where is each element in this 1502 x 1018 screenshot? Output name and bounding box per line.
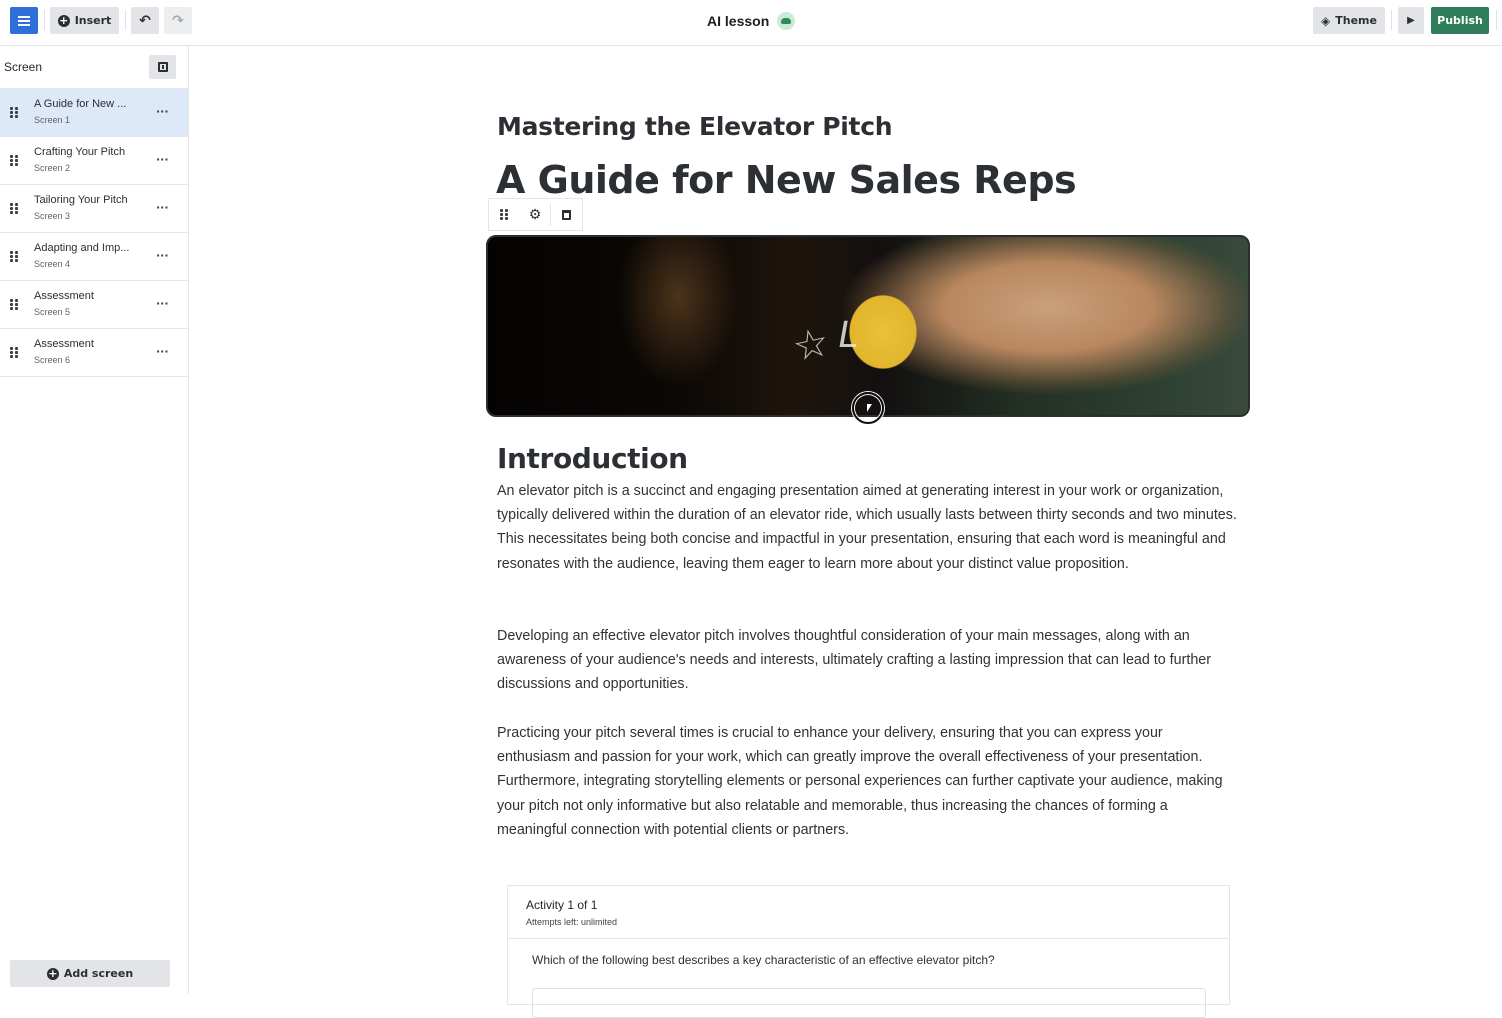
paragraph[interactable]: Developing an effective elevator pitch i… bbox=[497, 624, 1237, 697]
hero-image[interactable]: ☆ L bbox=[486, 235, 1250, 417]
paragraph[interactable]: Practicing your pitch several times is c… bbox=[497, 721, 1237, 842]
gear-icon: ⚙ bbox=[528, 206, 542, 223]
sidebar-item-screen-4[interactable]: Adapting and Imp... Screen 4 ··· bbox=[0, 233, 188, 281]
drag-handle-icon[interactable] bbox=[10, 299, 18, 310]
document-title[interactable]: AI lesson bbox=[707, 12, 796, 30]
redo-button[interactable]: ↷ bbox=[164, 7, 192, 34]
screens-sidebar: Screen A Guide for New ... Screen 1 ··· Cra… bbox=[0, 46, 189, 994]
theme-label: Theme bbox=[1335, 14, 1377, 27]
redo-icon: ↷ bbox=[172, 12, 184, 29]
toolbar-divider bbox=[125, 10, 126, 30]
undo-button[interactable]: ↶ bbox=[131, 7, 159, 34]
trash-icon bbox=[562, 209, 572, 220]
insert-button[interactable]: + Insert bbox=[50, 7, 119, 34]
elevator-star-glyph: ☆ bbox=[788, 318, 834, 372]
sidebar-item-screen-3[interactable]: Tailoring Your Pitch Screen 3 ··· bbox=[0, 185, 188, 233]
publish-label: Publish bbox=[1437, 14, 1483, 27]
screen-number: Screen 6 bbox=[34, 355, 71, 365]
drag-handle-icon[interactable] bbox=[10, 107, 18, 118]
screen-number: Screen 1 bbox=[34, 115, 71, 125]
sidebar-toggle-icon bbox=[157, 62, 168, 72]
activity-header: Activity 1 of 1 Attempts left: unlimited bbox=[508, 886, 1229, 939]
paint-bucket-icon: ◈ bbox=[1321, 13, 1331, 28]
section-heading[interactable]: Introduction bbox=[497, 442, 688, 475]
screen-name: A Guide for New ... bbox=[34, 98, 127, 110]
sidebar-item-screen-6[interactable]: Assessment Screen 6 ··· bbox=[0, 329, 188, 377]
cloud-check-icon bbox=[777, 12, 796, 30]
collapse-sidebar-button[interactable] bbox=[149, 55, 176, 79]
screen-number: Screen 3 bbox=[34, 211, 71, 221]
screen-number: Screen 4 bbox=[34, 259, 71, 269]
more-options-icon[interactable]: ··· bbox=[156, 106, 169, 117]
undo-icon: ↶ bbox=[139, 12, 151, 29]
screen-number: Screen 2 bbox=[34, 163, 71, 173]
sidebar-header: Screen bbox=[0, 46, 188, 89]
toolbar-divider bbox=[1496, 10, 1497, 30]
screen-name: Tailoring Your Pitch bbox=[34, 194, 128, 206]
play-icon: ▶ bbox=[1407, 15, 1415, 26]
more-options-icon[interactable]: ··· bbox=[156, 202, 169, 213]
more-options-icon[interactable]: ··· bbox=[156, 250, 169, 261]
menu-button[interactable] bbox=[10, 7, 38, 34]
top-toolbar: + Insert ↶ ↷ AI lesson ◈ Theme ▶ Publish bbox=[0, 0, 1502, 46]
screen-name: Assessment bbox=[34, 290, 94, 302]
plus-circle-icon: + bbox=[57, 13, 70, 27]
drag-handle-icon[interactable] bbox=[10, 203, 18, 214]
theme-button[interactable]: ◈ Theme bbox=[1313, 7, 1385, 34]
lesson-canvas: Mastering the Elevator Pitch A Guide for… bbox=[189, 46, 1502, 1018]
drag-handle-icon[interactable] bbox=[10, 347, 18, 358]
paragraph[interactable]: An elevator pitch is a succinct and enga… bbox=[497, 479, 1237, 576]
add-screen-label: Add screen bbox=[63, 967, 134, 980]
toolbar-divider bbox=[1391, 10, 1392, 30]
sidebar-title: Screen bbox=[4, 60, 43, 74]
block-settings-button[interactable]: ⚙ bbox=[520, 199, 551, 230]
drag-handle-icon[interactable] bbox=[10, 251, 18, 262]
more-options-icon[interactable]: ··· bbox=[156, 298, 169, 309]
hamburger-icon bbox=[18, 15, 30, 26]
sidebar-item-screen-5[interactable]: Assessment Screen 5 ··· bbox=[0, 281, 188, 329]
insert-label: Insert bbox=[74, 14, 112, 27]
answer-option[interactable] bbox=[532, 988, 1206, 1018]
activity-title: Activity 1 of 1 bbox=[526, 898, 598, 912]
lesson-subtitle[interactable]: Mastering the Elevator Pitch bbox=[497, 112, 893, 141]
drag-handle[interactable] bbox=[489, 199, 520, 230]
lesson-title[interactable]: A Guide for New Sales Reps bbox=[496, 158, 1077, 202]
attempts-left: Attempts left: unlimited bbox=[526, 917, 618, 927]
screen-number: Screen 5 bbox=[34, 307, 71, 317]
publish-button[interactable]: Publish bbox=[1431, 7, 1489, 34]
screen-name: Adapting and Imp... bbox=[34, 242, 130, 254]
screen-name: Assessment bbox=[34, 338, 94, 350]
more-options-icon[interactable]: ··· bbox=[156, 154, 169, 165]
document-title-text: AI lesson bbox=[707, 13, 770, 29]
block-toolbar: ⚙ bbox=[488, 198, 583, 231]
activity-card: Activity 1 of 1 Attempts left: unlimited… bbox=[507, 885, 1230, 1018]
delete-block-button[interactable] bbox=[551, 199, 582, 230]
screen-list: A Guide for New ... Screen 1 ··· Crafting Y… bbox=[0, 89, 188, 377]
preview-button[interactable]: ▶ bbox=[1398, 7, 1424, 34]
add-screen-button[interactable]: + Add screen bbox=[10, 960, 170, 987]
screen-name: Crafting Your Pitch bbox=[34, 146, 126, 158]
activity-question: Which of the following best describes a … bbox=[532, 953, 995, 967]
plus-circle-icon: + bbox=[46, 966, 59, 980]
grip-icon bbox=[500, 209, 508, 220]
elevator-l-glyph: L bbox=[834, 315, 862, 356]
mouse-cursor bbox=[852, 392, 884, 424]
drag-handle-icon[interactable] bbox=[10, 155, 18, 166]
sidebar-item-screen-1[interactable]: A Guide for New ... Screen 1 ··· bbox=[0, 89, 188, 137]
toolbar-divider bbox=[44, 10, 45, 30]
sidebar-item-screen-2[interactable]: Crafting Your Pitch Screen 2 ··· bbox=[0, 137, 188, 185]
more-options-icon[interactable]: ··· bbox=[156, 346, 169, 357]
